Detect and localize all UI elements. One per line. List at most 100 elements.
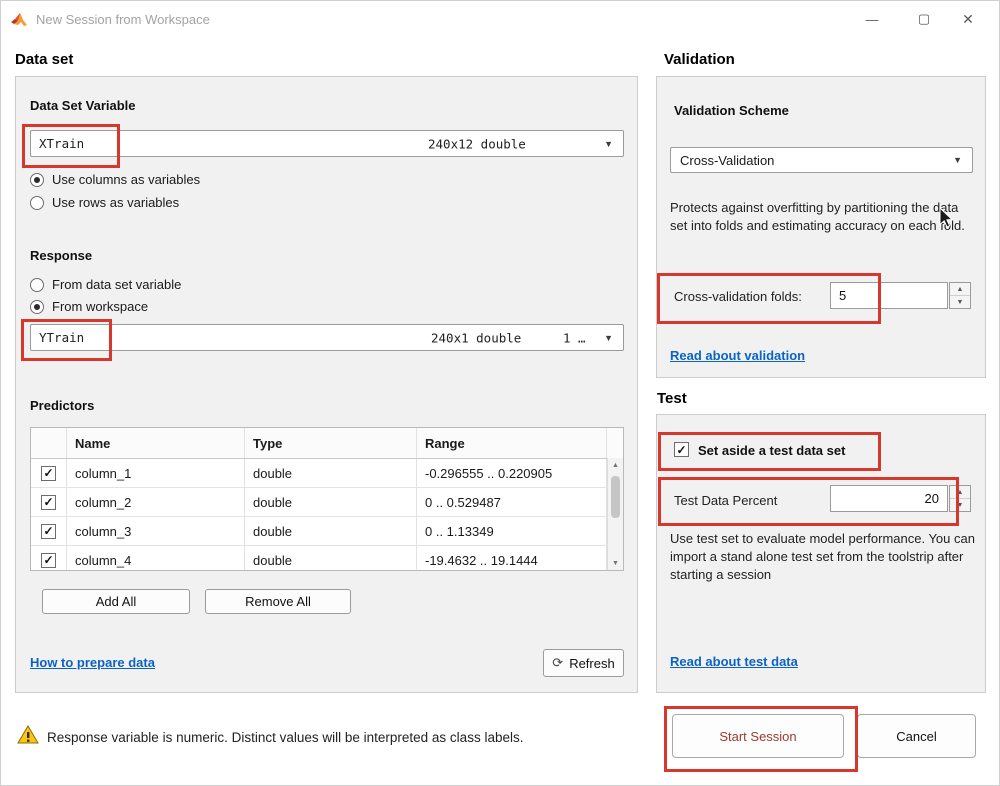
prepare-data-link[interactable]: How to prepare data xyxy=(30,655,155,670)
spinner-down-icon[interactable]: ▼ xyxy=(950,296,970,308)
minimize-button[interactable]: — xyxy=(849,1,895,37)
radio-use-columns-label: Use columns as variables xyxy=(52,172,200,187)
ytrain-dropdown[interactable]: YTrain 240x1 double 1 … ▼ xyxy=(30,324,624,351)
validation-scheme-value: Cross-Validation xyxy=(671,153,774,168)
mouse-cursor xyxy=(939,207,953,228)
table-row[interactable]: ✓ column_4 double -19.4632 .. 19.1444 xyxy=(31,546,623,571)
add-all-label: Add All xyxy=(96,594,136,609)
start-session-label: Start Session xyxy=(719,729,796,744)
validation-groupbox: Validation Scheme Cross-Validation ▼ Pro… xyxy=(656,76,986,378)
window-title: New Session from Workspace xyxy=(36,12,210,27)
close-button[interactable]: ✕ xyxy=(945,1,991,37)
cell-type: double xyxy=(245,488,417,516)
row-checkbox[interactable]: ✓ xyxy=(41,553,56,568)
cell-range: -0.296555 .. 0.220905 xyxy=(417,459,607,487)
folds-label: Cross-validation folds: xyxy=(674,288,802,306)
radio-use-rows-label: Use rows as variables xyxy=(52,195,179,210)
cell-range: 0 .. 0.529487 xyxy=(417,488,607,516)
cell-name: column_2 xyxy=(67,488,245,516)
radio-circle-icon xyxy=(30,173,44,187)
validation-heading: Validation xyxy=(664,51,735,68)
radio-use-columns[interactable]: Use columns as variables xyxy=(30,172,200,187)
test-percent-spinner[interactable]: ▲ ▼ xyxy=(949,485,971,512)
radio-use-rows[interactable]: Use rows as variables xyxy=(30,195,179,210)
matlab-icon xyxy=(11,12,28,27)
predictors-table: Name Type Range ✓ column_1 double -0.296… xyxy=(30,427,624,571)
row-checkbox[interactable]: ✓ xyxy=(41,495,56,510)
cell-name: column_1 xyxy=(67,459,245,487)
response-label: Response xyxy=(30,248,92,263)
spinner-up-icon[interactable]: ▲ xyxy=(950,283,970,296)
scroll-thumb[interactable] xyxy=(611,476,620,518)
spinner-up-icon[interactable]: ▲ xyxy=(950,486,970,499)
table-row[interactable]: ✓ column_2 double 0 .. 0.529487 xyxy=(31,488,623,517)
dataset-variable-label: Data Set Variable xyxy=(30,98,136,113)
scroll-up-icon[interactable]: ▲ xyxy=(612,458,619,472)
table-row[interactable]: ✓ column_3 double 0 .. 1.13349 xyxy=(31,517,623,546)
validation-scheme-label: Validation Scheme xyxy=(674,103,789,118)
ytrain-extra: 1 … xyxy=(563,330,586,345)
radio-circle-icon xyxy=(30,278,44,292)
validation-scheme-dropdown[interactable]: Cross-Validation ▼ xyxy=(670,147,973,173)
test-link[interactable]: Read about test data xyxy=(670,654,798,669)
radio-from-workspace-label: From workspace xyxy=(52,299,148,314)
refresh-button[interactable]: ⟳ Refresh xyxy=(543,649,624,677)
validation-description: Protects against overfitting by partitio… xyxy=(670,199,974,235)
xtrain-dims: 240x12 double xyxy=(428,136,526,151)
add-all-button[interactable]: Add All xyxy=(42,589,190,614)
chevron-down-icon[interactable]: ▼ xyxy=(604,333,613,343)
test-checkbox[interactable]: ✓ xyxy=(674,442,689,457)
cell-range: -19.4632 .. 19.1444 xyxy=(417,546,607,571)
cell-name: column_4 xyxy=(67,546,245,571)
row-checkbox[interactable]: ✓ xyxy=(41,466,56,481)
cell-type: double xyxy=(245,517,417,545)
chevron-down-icon[interactable]: ▼ xyxy=(953,155,962,165)
new-session-dialog: New Session from Workspace — ▢ ✕ Data se… xyxy=(0,0,1000,786)
cancel-button[interactable]: Cancel xyxy=(857,714,976,758)
test-checkbox-label: Set aside a test data set xyxy=(698,443,845,458)
xtrain-name: XTrain xyxy=(31,136,84,151)
warning-text: Response variable is numeric. Distinct v… xyxy=(47,729,523,747)
test-percent-input[interactable] xyxy=(830,485,948,512)
cell-name: column_3 xyxy=(67,517,245,545)
folds-input[interactable] xyxy=(830,282,948,309)
xtrain-dropdown[interactable]: XTrain 240x12 double ▼ xyxy=(30,130,624,157)
remove-all-button[interactable]: Remove All xyxy=(205,589,351,614)
test-description: Use test set to evaluate model performan… xyxy=(670,530,980,584)
folds-spinner[interactable]: ▲ ▼ xyxy=(949,282,971,309)
refresh-label: Refresh xyxy=(569,656,615,671)
cell-range: 0 .. 1.13349 xyxy=(417,517,607,545)
validation-link[interactable]: Read about validation xyxy=(670,348,805,363)
cell-type: double xyxy=(245,546,417,571)
scroll-down-icon[interactable]: ▼ xyxy=(612,556,619,570)
predictors-label: Predictors xyxy=(30,398,94,413)
table-row[interactable]: ✓ column_1 double -0.296555 .. 0.220905 xyxy=(31,459,623,488)
radio-from-dataset[interactable]: From data set variable xyxy=(30,277,181,292)
maximize-button[interactable]: ▢ xyxy=(901,1,947,37)
remove-all-label: Remove All xyxy=(245,594,311,609)
dataset-heading: Data set xyxy=(15,51,73,68)
test-heading: Test xyxy=(657,390,687,407)
radio-from-dataset-label: From data set variable xyxy=(52,277,181,292)
chevron-down-icon[interactable]: ▼ xyxy=(604,139,613,149)
table-header-row: Name Type Range xyxy=(31,428,623,459)
ytrain-name: YTrain xyxy=(31,330,84,345)
cancel-label: Cancel xyxy=(896,729,936,744)
warning-icon xyxy=(17,725,39,745)
title-bar: New Session from Workspace — ▢ ✕ xyxy=(1,1,999,37)
refresh-icon: ⟳ xyxy=(552,655,563,671)
spinner-down-icon[interactable]: ▼ xyxy=(950,499,970,511)
test-percent-label: Test Data Percent xyxy=(674,492,777,510)
row-checkbox[interactable]: ✓ xyxy=(41,524,56,539)
ytrain-dims: 240x1 double xyxy=(431,330,521,345)
radio-circle-icon xyxy=(30,196,44,210)
header-checkbox-col xyxy=(31,428,67,458)
header-range: Range xyxy=(417,428,607,458)
test-groupbox: ✓ Set aside a test data set Test Data Pe… xyxy=(656,414,986,693)
table-scrollbar[interactable]: ▲ ▼ xyxy=(607,458,623,570)
radio-from-workspace[interactable]: From workspace xyxy=(30,299,148,314)
header-name: Name xyxy=(67,428,245,458)
cell-type: double xyxy=(245,459,417,487)
header-type: Type xyxy=(245,428,417,458)
start-session-button[interactable]: Start Session xyxy=(672,714,844,758)
